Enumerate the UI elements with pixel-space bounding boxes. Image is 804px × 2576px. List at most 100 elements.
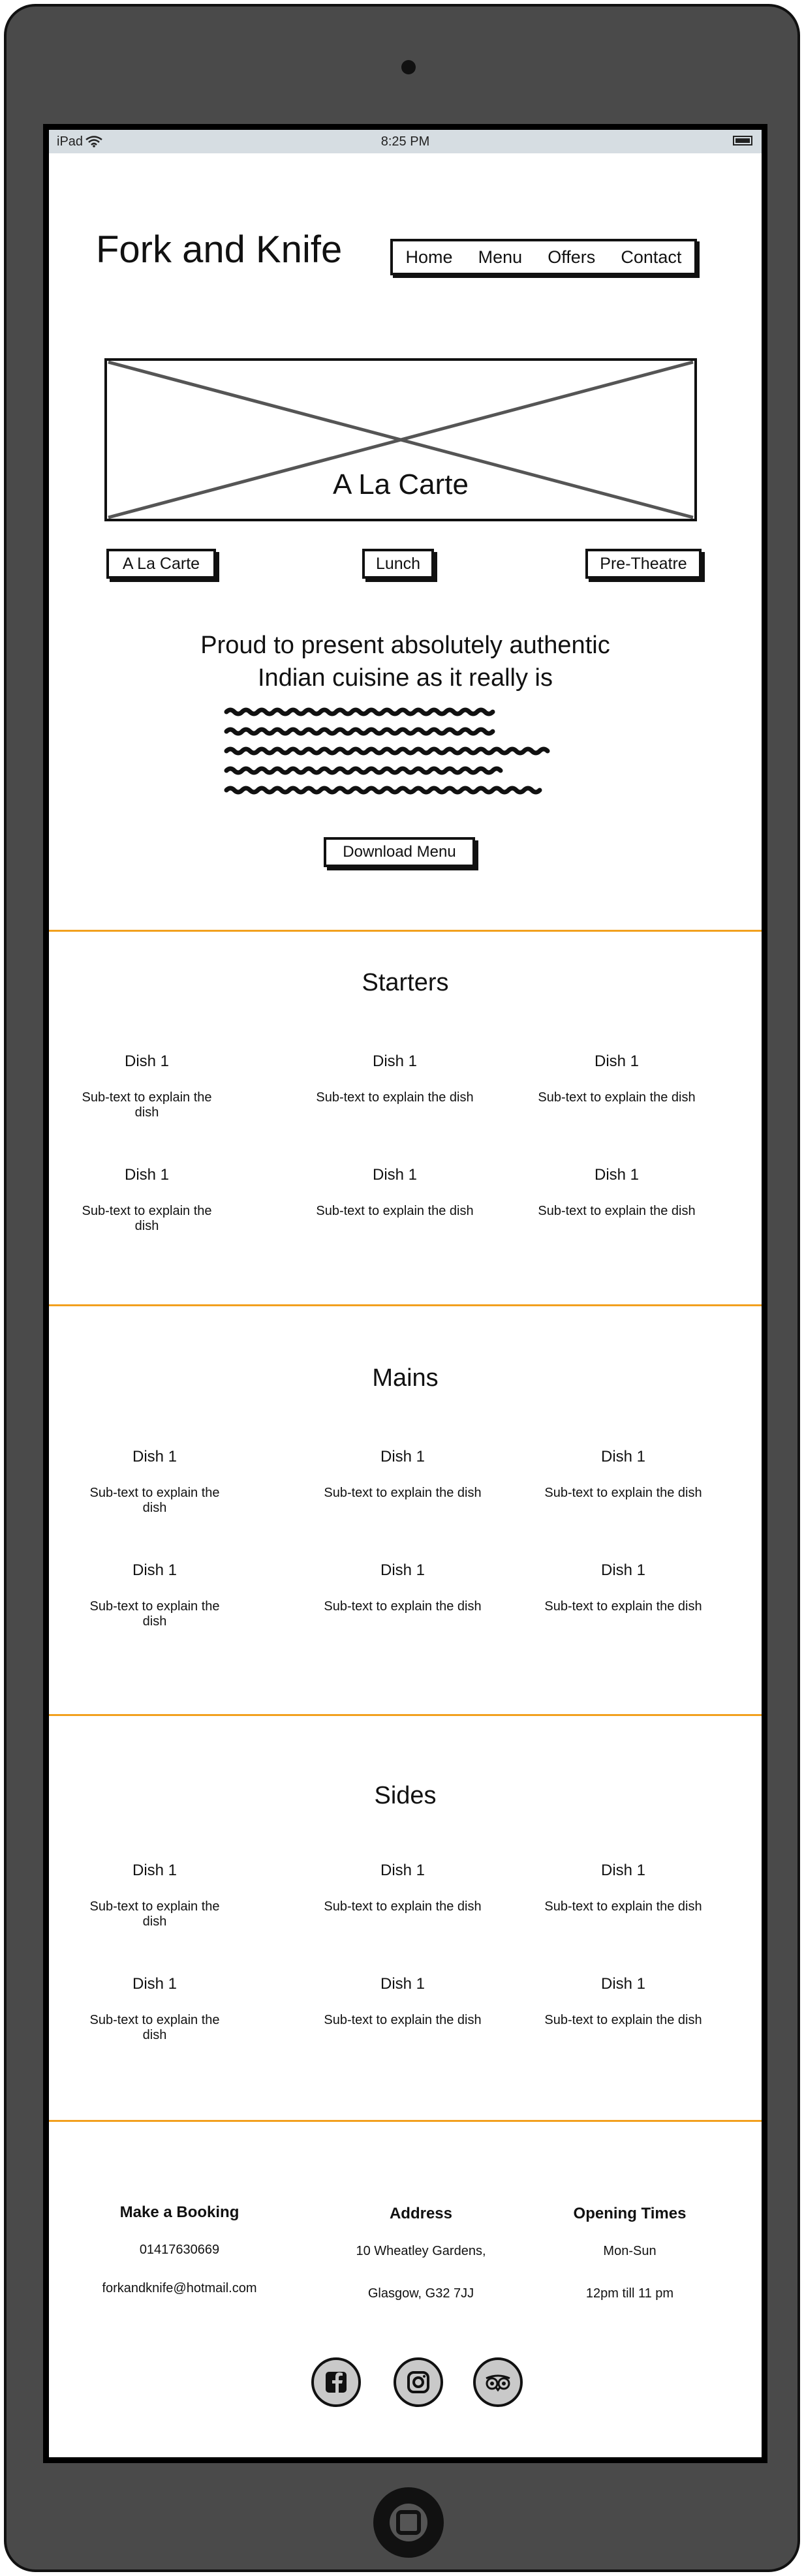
intro-heading-line-1: Proud to present absolutely authentic (200, 632, 610, 659)
instagram-icon[interactable] (394, 2357, 443, 2407)
dish-name: Dish 1 (380, 1561, 425, 1579)
site-logo-text[interactable]: Fork and Knife (96, 228, 342, 271)
dish-subtext: Sub-text to explain the dish (316, 1090, 474, 1105)
facebook-glyph (326, 2372, 347, 2393)
dish-subtext: Sub-text to explain the dish (82, 1204, 212, 1233)
dish-subtext: Sub-text to explain the dish (324, 2013, 482, 2027)
dish-name: Dish 1 (132, 1448, 178, 1465)
status-bar: iPad 8:25 PM (49, 130, 762, 153)
dish-name: Dish 1 (380, 1975, 425, 1993)
tab-a-la-carte[interactable]: A La Carte (106, 549, 216, 579)
nav-contact[interactable]: Contact (621, 247, 681, 268)
dish-item[interactable]: Dish 1 Sub-text to explain the dish (89, 1448, 220, 1516)
intro-heading: Proud to present absolutely authentic In… (49, 629, 762, 694)
dish-name: Dish 1 (372, 1166, 418, 1184)
footer-email[interactable]: forkandknife@hotmail.com (82, 2281, 277, 2296)
download-menu-button[interactable]: Download Menu (324, 837, 475, 867)
dish-item[interactable]: Dish 1 Sub-text to explain the dish (305, 1561, 501, 1614)
dish-item[interactable]: Dish 1 Sub-text to explain the dish (297, 1166, 493, 1219)
camera-icon (401, 60, 416, 74)
footer-booking: Make a Booking 01417630669 forkandknife@… (82, 2203, 277, 2296)
tripadvisor-glyph (486, 2374, 510, 2392)
dish-name: Dish 1 (600, 1862, 646, 1879)
placeholder-text-scribble (224, 707, 550, 795)
dish-subtext: Sub-text to explain the dish (324, 1899, 482, 1914)
nav-menu[interactable]: Menu (478, 247, 523, 268)
dish-item[interactable]: Dish 1 Sub-text to explain the dish (89, 1561, 220, 1629)
facebook-icon[interactable] (311, 2357, 361, 2407)
dish-item[interactable]: Dish 1 Sub-text to explain the dish (305, 1448, 501, 1501)
section-title-sides: Sides (374, 1782, 437, 1809)
dish-subtext: Sub-text to explain the dish (544, 1899, 702, 1914)
dish-item[interactable]: Dish 1 Sub-text to explain the dish (82, 1052, 212, 1120)
dish-name: Dish 1 (380, 1862, 425, 1879)
footer-hours-heading: Opening Times (573, 2205, 687, 2222)
dish-item[interactable]: Dish 1 Sub-text to explain the dish (305, 1862, 501, 1914)
dish-subtext: Sub-text to explain the dish (544, 1599, 702, 1614)
footer-phone[interactable]: 01417630669 (82, 2243, 277, 2258)
dish-item[interactable]: Dish 1 Sub-text to explain the dish (525, 1975, 721, 2028)
dish-item[interactable]: Dish 1 Sub-text to explain the dish (89, 1862, 220, 1929)
footer-hours-days: Mon-Sun (603, 2244, 657, 2258)
dish-name: Dish 1 (132, 1862, 178, 1879)
dish-item[interactable]: Dish 1 Sub-text to explain the dish (305, 1975, 501, 2028)
dish-subtext: Sub-text to explain the dish (89, 2013, 220, 2042)
dish-subtext: Sub-text to explain the dish (316, 1204, 474, 1218)
dish-subtext: Sub-text to explain the dish (544, 2013, 702, 2027)
intro-heading-line-2: Indian cuisine as it really is (258, 664, 553, 692)
dish-subtext: Sub-text to explain the dish (538, 1090, 696, 1105)
dish-name: Dish 1 (600, 1448, 646, 1465)
dish-subtext: Sub-text to explain the dish (82, 1090, 212, 1120)
dish-item[interactable]: Dish 1 Sub-text to explain the dish (89, 1975, 220, 2043)
dish-name: Dish 1 (594, 1166, 640, 1184)
dish-subtext: Sub-text to explain the dish (324, 1486, 482, 1500)
dish-name: Dish 1 (124, 1052, 170, 1070)
dish-item[interactable]: Dish 1 Sub-text to explain the dish (297, 1052, 493, 1105)
dish-name: Dish 1 (594, 1052, 640, 1070)
dish-item[interactable]: Dish 1 Sub-text to explain the dish (525, 1862, 721, 1914)
ipad-screen: iPad 8:25 PM Fork and Knife Home Menu Of… (43, 124, 767, 2463)
dish-subtext: Sub-text to explain the dish (89, 1899, 220, 1929)
nav-offers[interactable]: Offers (548, 247, 595, 268)
hero-image-placeholder: A La Carte (104, 358, 697, 521)
footer-hours: Opening Times Mon-Sun 12pm till 11 pm (558, 2205, 702, 2301)
dish-name: Dish 1 (132, 1561, 178, 1579)
footer-hours-times: 12pm till 11 pm (585, 2286, 674, 2301)
dish-subtext: Sub-text to explain the dish (89, 1599, 220, 1629)
footer-address-heading: Address (389, 2205, 453, 2222)
dish-item[interactable]: Dish 1 Sub-text to explain the dish (525, 1448, 721, 1501)
dish-name: Dish 1 (124, 1166, 170, 1184)
section-title-mains: Mains (372, 1364, 439, 1392)
dish-subtext: Sub-text to explain the dish (89, 1486, 220, 1515)
dish-name: Dish 1 (600, 1561, 646, 1579)
tripadvisor-icon[interactable] (473, 2357, 523, 2407)
dish-name: Dish 1 (380, 1448, 425, 1465)
section-divider (49, 1304, 762, 1306)
status-time: 8:25 PM (380, 134, 430, 149)
section-divider (49, 1714, 762, 1716)
ipad-device-frame: iPad 8:25 PM Fork and Knife Home Menu Of… (4, 4, 800, 2572)
instagram-glyph (407, 2371, 429, 2393)
tab-lunch[interactable]: Lunch (362, 549, 434, 579)
footer-address-line-1: 10 Wheatley Gardens, (356, 2244, 486, 2258)
dish-subtext: Sub-text to explain the dish (324, 1599, 482, 1614)
dish-name: Dish 1 (600, 1975, 646, 1993)
dish-subtext: Sub-text to explain the dish (544, 1486, 702, 1500)
footer-address-line-2: Glasgow, G32 7JJ (367, 2286, 474, 2301)
section-divider (49, 930, 762, 932)
nav-home[interactable]: Home (406, 247, 453, 268)
dish-item[interactable]: Dish 1 Sub-text to explain the dish (519, 1166, 715, 1219)
tab-pre-theatre[interactable]: Pre-Theatre (585, 549, 702, 579)
dish-item[interactable]: Dish 1 Sub-text to explain the dish (82, 1166, 212, 1234)
battery-icon (733, 136, 752, 146)
main-nav: Home Menu Offers Contact (390, 239, 697, 275)
hero-title: A La Carte (333, 468, 469, 500)
section-divider (49, 2120, 762, 2122)
home-button[interactable] (373, 2487, 444, 2558)
dish-name: Dish 1 (132, 1975, 178, 1993)
dish-subtext: Sub-text to explain the dish (538, 1204, 696, 1218)
dish-item[interactable]: Dish 1 Sub-text to explain the dish (519, 1052, 715, 1105)
footer-booking-heading: Make a Booking (119, 2203, 240, 2221)
section-title-starters: Starters (362, 969, 449, 996)
dish-item[interactable]: Dish 1 Sub-text to explain the dish (525, 1561, 721, 1614)
